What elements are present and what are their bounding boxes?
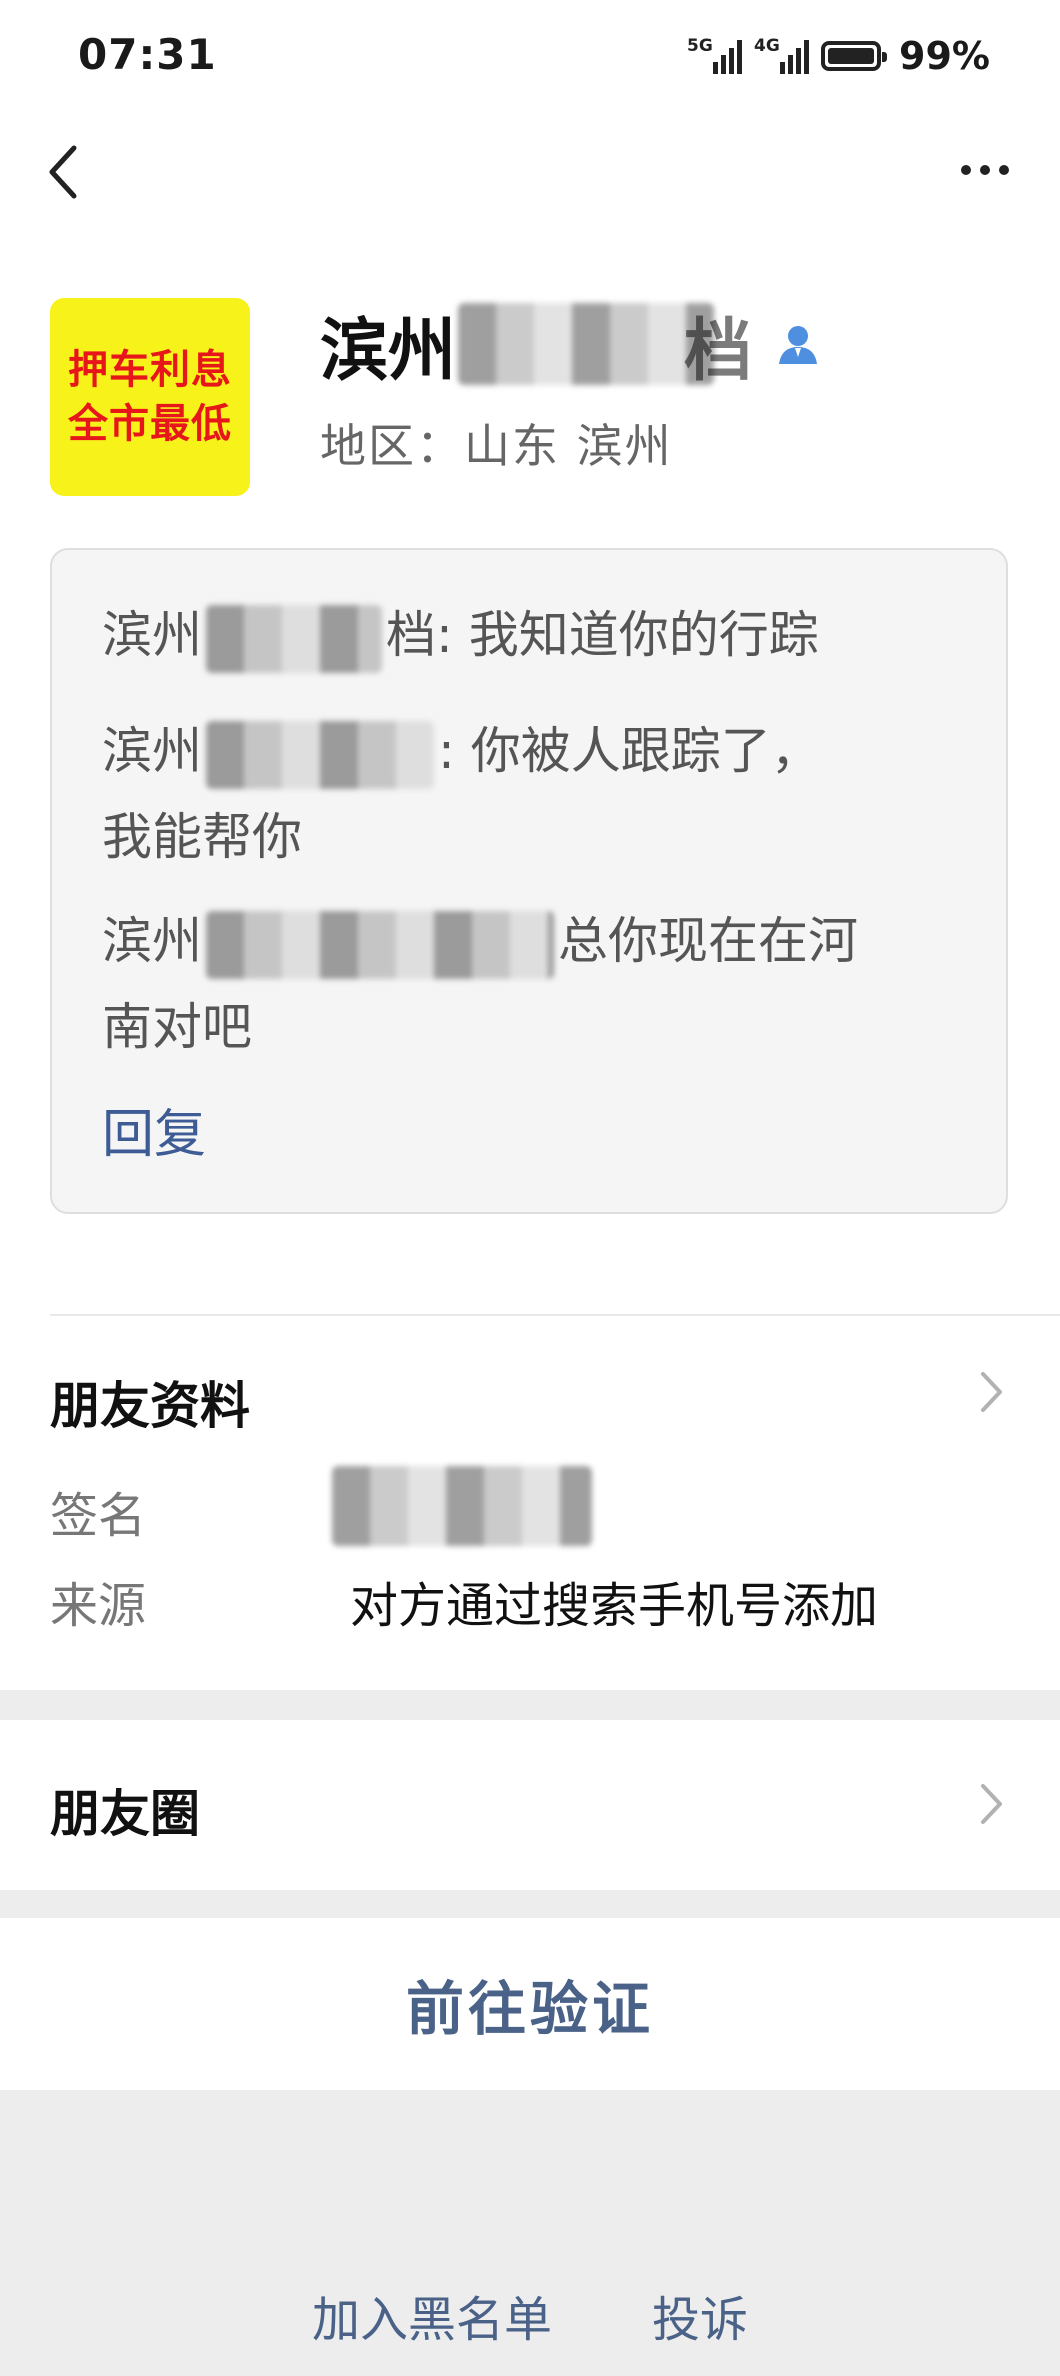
moments-title: 朋友圈 <box>50 1785 200 1843</box>
chevron-right-icon <box>981 1372 1002 1412</box>
chevron-left-icon <box>49 145 77 199</box>
message-text-line2: 南对吧 <box>102 998 252 1056</box>
divider <box>50 1314 1060 1316</box>
friend-info-title: 朋友资料 <box>50 1377 250 1435</box>
message-item: 滨州 总你现在在河 <box>102 898 858 984</box>
message-sender-prefix: 滨州 <box>102 912 202 970</box>
battery-icon <box>821 41 888 71</box>
sender-redaction <box>206 604 382 673</box>
message-item: 滨州 档: 我知道你的行踪 <box>102 592 819 678</box>
sender-redaction <box>206 720 434 789</box>
section-separator <box>0 1690 1060 1720</box>
signature-label: 签名 <box>50 1488 147 1544</box>
chevron-right-icon <box>981 1784 1002 1824</box>
friend-info-row[interactable]: 朋友资料 <box>0 1318 1060 1438</box>
blacklist-button[interactable]: 加入黑名单 <box>312 2280 552 2350</box>
more-button[interactable] <box>950 150 1020 190</box>
region-text: 地区：山东 滨州 <box>320 419 673 473</box>
sender-redaction <box>206 910 554 979</box>
more-dot-icon <box>961 165 971 175</box>
report-button[interactable]: 投诉 <box>652 2280 748 2350</box>
contact-name: 滨州 档 <box>320 296 820 392</box>
signal-4g-icon: 4G <box>754 36 810 74</box>
source-label: 来源 <box>50 1578 147 1634</box>
message-sender-prefix: 滨州 <box>102 606 202 664</box>
avatar-text-line1: 押车利息 <box>68 347 232 393</box>
message-item: 滨州 : 你被人跟踪了， <box>102 708 821 794</box>
verify-button[interactable]: 前往验证 <box>0 1918 1060 2090</box>
avatar[interactable]: 押车利息 全市最低 <box>50 298 250 496</box>
back-button[interactable] <box>44 142 84 202</box>
message-sender-suffix: 档 <box>386 606 436 664</box>
section-separator <box>0 1890 1060 1918</box>
source-value: 对方通过搜索手机号添加 <box>350 1578 879 1634</box>
greeting-messages-card: 滨州 档: 我知道你的行踪 滨州: 你被人跟踪了， 我能帮你 滨州 总你现在在河 南… <box>50 548 1008 1214</box>
network-type-5g: 5G <box>687 36 713 56</box>
name-prefix: 滨州 <box>320 311 457 391</box>
name-redaction <box>458 303 715 385</box>
contact-person-icon <box>779 326 818 364</box>
more-dot-icon <box>999 165 1009 175</box>
signal-5g-icon: 5G <box>687 36 743 74</box>
message-text-line1: : 你被人跟踪了， <box>438 722 821 780</box>
message-text-line2: 我能帮你 <box>102 808 302 866</box>
message-sender-prefix: 滨州 <box>102 722 202 780</box>
reply-link[interactable]: 回复 <box>102 1092 206 1167</box>
avatar-text-line2: 全市最低 <box>68 401 232 447</box>
name-suffix: 档 <box>684 311 753 391</box>
moments-row[interactable]: 朋友圈 <box>0 1720 1060 1890</box>
more-dot-icon <box>980 165 990 175</box>
status-time: 07:31 <box>78 30 217 79</box>
status-indicators: 5G 4G 99% <box>687 34 990 78</box>
bottom-actions: 加入黑名单 投诉 <box>0 2280 1060 2350</box>
signature-redaction <box>332 1466 592 1546</box>
message-text-line1: 总你现在在河 <box>558 912 858 970</box>
verify-label: 前往验证 <box>405 1975 654 2043</box>
battery-percent: 99% <box>899 34 990 78</box>
network-type-4g: 4G <box>754 36 780 56</box>
message-text: : 我知道你的行踪 <box>436 606 819 664</box>
